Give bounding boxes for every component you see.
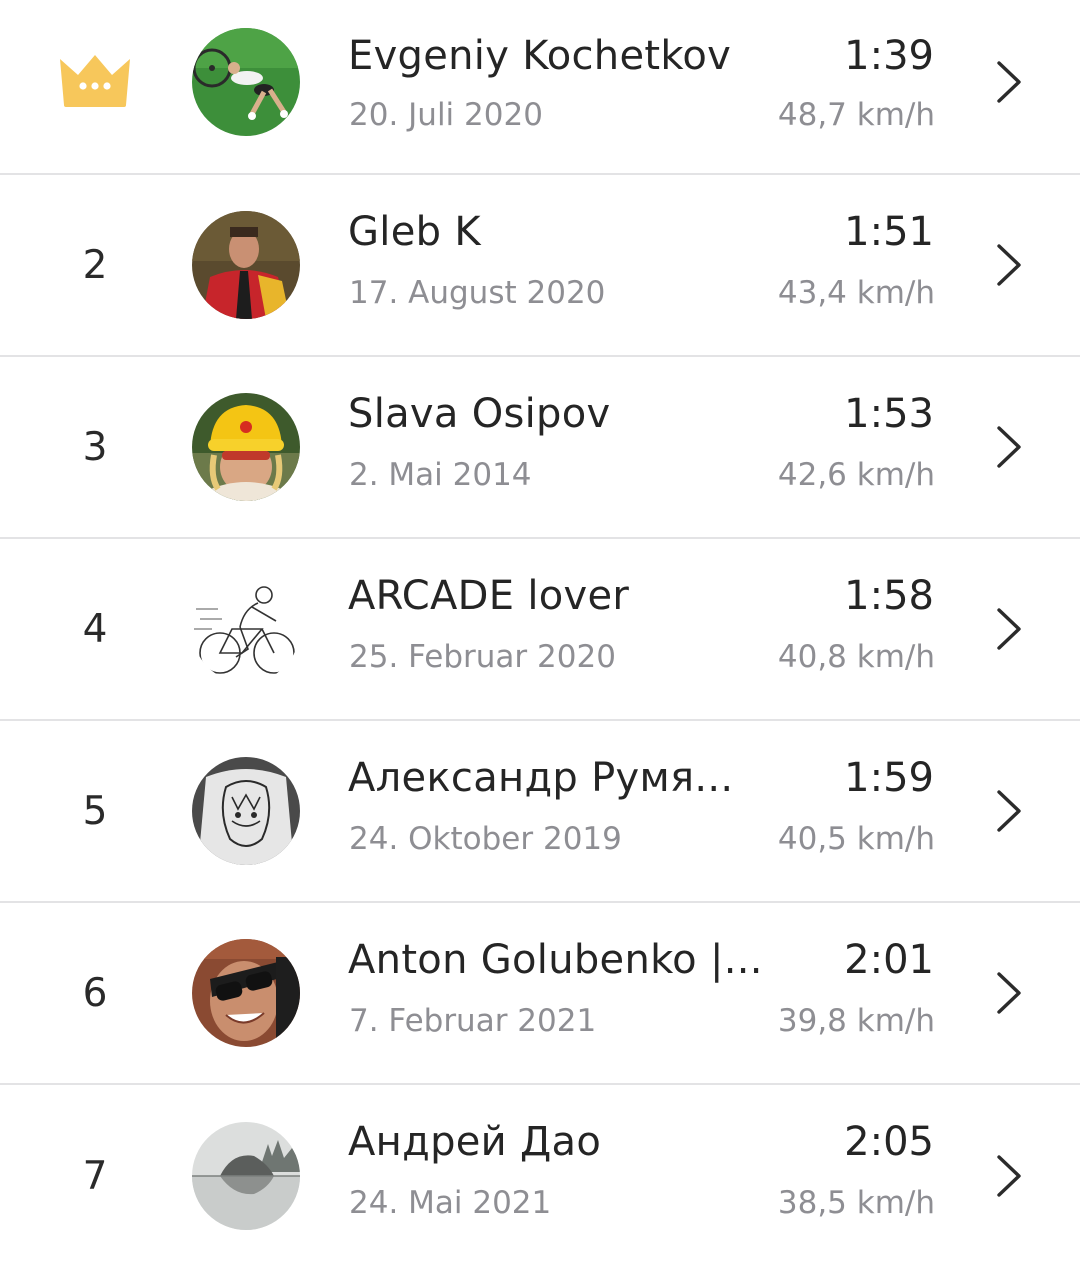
segment-time: 2:05	[844, 1119, 934, 1165]
ride-date: 2. Mai 2014	[349, 457, 532, 493]
avatar-man-yellow-hat	[192, 393, 300, 501]
rank-number: 3	[82, 424, 108, 470]
avatar-lake-rock	[192, 1122, 300, 1230]
rider-name: Андрей Дао	[348, 1119, 602, 1165]
chevron-right-icon	[997, 608, 1021, 650]
chevron-right-icon	[997, 426, 1021, 468]
avatar-man-red-jacket	[192, 211, 300, 319]
rider-name: Gleb K	[348, 209, 481, 255]
ride-date: 17. August 2020	[349, 275, 606, 311]
leaderboard-row-7[interactable]: 7 Андрей Дао 24. Mai 2021 2:05 38,5 km/h	[0, 1085, 1080, 1267]
chevron-right-icon	[997, 790, 1021, 832]
ride-date: 25. Februar 2020	[349, 639, 616, 675]
average-speed: 48,7 km/h	[777, 97, 935, 133]
rider-name: Evgeniy Kochetkov	[348, 33, 732, 79]
rider-name: Александр Румя...	[348, 755, 734, 801]
average-speed: 38,5 km/h	[777, 1185, 935, 1221]
leaderboard-row-2[interactable]: 2 Gleb K 17. August 2020 1:51 43,4 km/h	[0, 175, 1080, 357]
average-speed: 39,8 km/h	[777, 1003, 935, 1039]
average-speed: 40,8 km/h	[777, 639, 935, 675]
rider-name: Slava Osipov	[348, 391, 611, 437]
leaderboard-row-4[interactable]: 4 ARCADE lover 25. Februar 2020 1:58 40,…	[0, 539, 1080, 721]
ride-date: 20. Juli 2020	[349, 97, 543, 133]
chevron-right-icon	[997, 972, 1021, 1014]
avatar	[192, 1122, 300, 1230]
crown-icon	[60, 55, 130, 107]
rank-cell	[55, 0, 135, 173]
avatar-cyclist-lying-on-grass	[192, 28, 300, 136]
chevron-right-icon	[997, 1155, 1021, 1197]
rank-number: 7	[82, 1153, 108, 1199]
ride-date: 7. Februar 2021	[349, 1003, 597, 1039]
leaderboard-row-6[interactable]: 6 Anton Golubenko |... 7. Februar 2021 2…	[0, 903, 1080, 1085]
segment-time: 1:53	[844, 391, 934, 437]
avatar-man-sunglasses	[192, 939, 300, 1047]
leaderboard-row-1[interactable]: Evgeniy Kochetkov 20. Juli 2020 1:39 48,…	[0, 0, 1080, 175]
avatar	[192, 28, 300, 136]
average-speed: 43,4 km/h	[777, 275, 935, 311]
chevron-right-icon	[997, 244, 1021, 286]
rank-number: 4	[82, 606, 108, 652]
chevron-right-icon	[997, 61, 1021, 103]
average-speed: 40,5 km/h	[777, 821, 935, 857]
avatar-cyclist-sketch	[192, 575, 300, 683]
rank-number: 5	[82, 788, 108, 834]
avatar	[192, 393, 300, 501]
segment-time: 1:51	[844, 209, 934, 255]
rider-name: Anton Golubenko |...	[348, 937, 763, 983]
rider-name: ARCADE lover	[348, 573, 630, 619]
avatar	[192, 939, 300, 1047]
average-speed: 42,6 km/h	[777, 457, 935, 493]
segment-time: 1:39	[844, 33, 934, 79]
segment-time: 2:01	[844, 937, 934, 983]
leaderboard-row-3[interactable]: 3 Slava Osipov 2. Mai 2014 1:53 42,6 km/…	[0, 357, 1080, 539]
avatar	[192, 575, 300, 683]
avatar	[192, 211, 300, 319]
ride-date: 24. Oktober 2019	[349, 821, 622, 857]
rank-number: 2	[82, 242, 108, 288]
avatar-sketch-shirt	[192, 757, 300, 865]
segment-time: 1:59	[844, 755, 934, 801]
rank-number: 6	[82, 970, 108, 1016]
leaderboard-row-5[interactable]: 5 Александр Румя... 24. Oktober 2019 1:5…	[0, 721, 1080, 903]
leaderboard-page: Evgeniy Kochetkov 20. Juli 2020 1:39 48,…	[0, 0, 1080, 1267]
segment-time: 1:58	[844, 573, 934, 619]
ride-date: 24. Mai 2021	[349, 1185, 552, 1221]
avatar	[192, 757, 300, 865]
